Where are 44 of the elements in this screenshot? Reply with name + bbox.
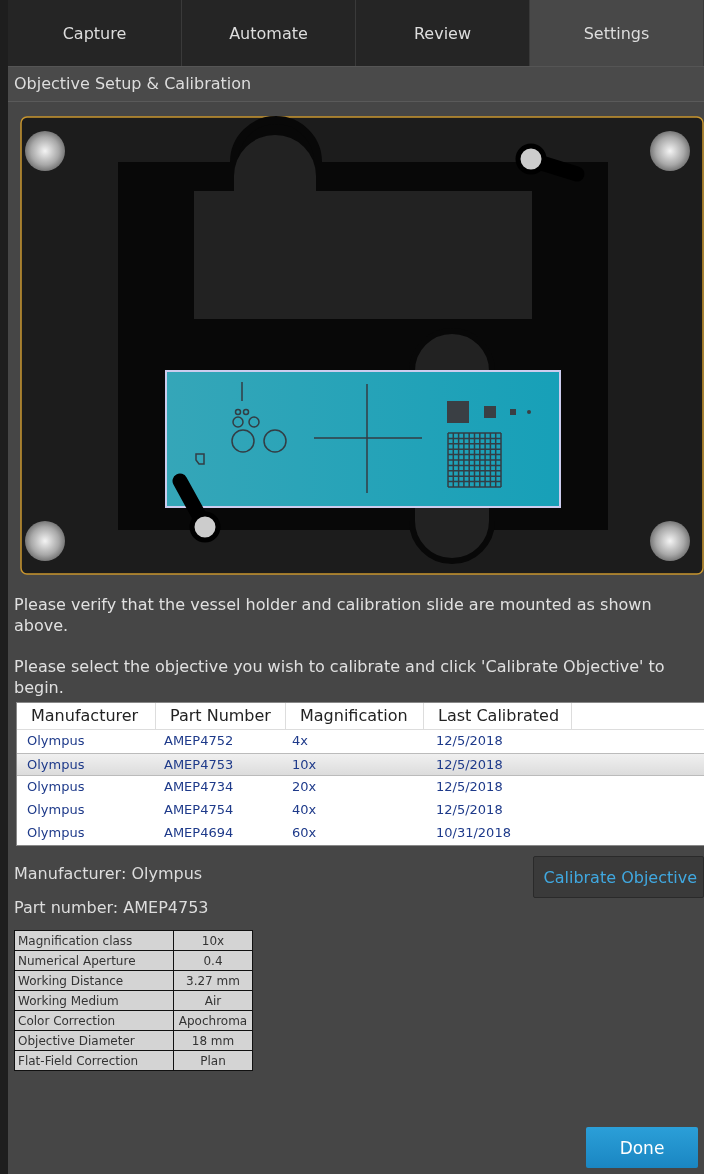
table-cell-text: Olympus	[26, 756, 86, 774]
table-cell-text: Olympus	[26, 801, 86, 819]
table-cell-text: Olympus	[26, 778, 86, 796]
column-header[interactable]: Magnification	[286, 703, 424, 729]
table-cell-text: 12/5/2018	[435, 801, 504, 819]
spec-name: Working Medium	[14, 990, 174, 1011]
spec-name: Magnification class	[14, 930, 174, 951]
table-cell-text: 60x	[291, 824, 318, 842]
part-number-label: Part number: AMEP4753	[14, 898, 210, 918]
instruction-text: Please select the objective you wish to calibrate and click 'Calibrate Objective' to begin.	[14, 656, 666, 698]
spec-name: Numerical Aperture	[14, 950, 174, 971]
table-cell-text: AMEP4752	[163, 732, 235, 750]
table-cell-text: AMEP4754	[163, 801, 235, 819]
manufacturer-label: Manufacturer: Olympus	[14, 864, 204, 884]
table-cell-text: AMEP4753	[163, 756, 235, 774]
table-row[interactable]: Olympus AMEP4752 4x 12/5/2018	[17, 730, 704, 753]
table-cell-text: 20x	[291, 778, 318, 796]
column-header[interactable]: Part Number	[156, 703, 286, 729]
table-cell-text: 40x	[291, 801, 318, 819]
tab[interactable]: Settings	[530, 0, 704, 66]
column-header[interactable]: Manufacturer	[17, 703, 156, 729]
calibrate-objective-button[interactable]: Calibrate Objective	[532, 856, 704, 898]
table-row[interactable]: Olympus AMEP4754 40x 12/5/2018	[17, 799, 704, 822]
table-cell-text: 12/5/2018	[435, 756, 504, 774]
spec-value: 10x	[173, 930, 253, 951]
section-header: Objective Setup & Calibration	[8, 66, 704, 102]
table-row[interactable]: Olympus AMEP4694 60x 10/31/2018	[17, 822, 704, 845]
table-cell-text: 4x	[291, 732, 309, 750]
table-cell-text: 12/5/2018	[435, 778, 504, 796]
spec-name: Working Distance	[14, 970, 174, 991]
instruction-text: Please verify that the vessel holder and calibration slide are mounted as shown above.	[14, 594, 653, 636]
spec-name: Color Correction	[14, 1010, 174, 1031]
table-cell-text: AMEP4694	[163, 824, 235, 842]
table-cell-text: 10x	[291, 756, 318, 774]
spec-name: Objective Diameter	[14, 1030, 174, 1051]
table-row[interactable]: Olympus AMEP4734 20x 12/5/2018	[17, 776, 704, 799]
spec-name: Flat-Field Correction	[14, 1050, 174, 1071]
table-cell-text: AMEP4734	[163, 778, 235, 796]
table-cell-text: Olympus	[26, 732, 86, 750]
table-cell-text: Olympus	[26, 824, 86, 842]
table-cell-text: 12/5/2018	[435, 732, 504, 750]
table-cell-text: 10/31/2018	[435, 824, 512, 842]
column-header[interactable]: Last Calibrated	[424, 703, 572, 729]
table-row[interactable]: Olympus AMEP4753 10x 12/5/2018	[17, 753, 704, 776]
